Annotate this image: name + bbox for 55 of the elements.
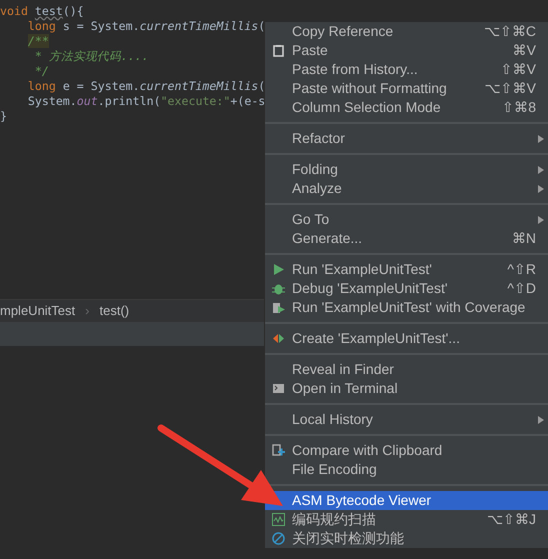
menu-item[interactable]: Open in Terminal [265, 379, 548, 398]
shortcut-label: ⌘V [512, 41, 537, 60]
breadcrumb-item[interactable]: test() [99, 301, 130, 321]
menu-item[interactable]: Paste without Formatting ⌥⇧⌘V [265, 79, 548, 98]
code-line: */ [34, 64, 50, 79]
menu-item[interactable]: Reveal in Finder [265, 360, 548, 379]
menu-item[interactable]: Paste ⌘V [265, 41, 548, 60]
code-line: long s = System.currentTimeMillis( [26, 19, 264, 34]
shortcut-label: ⌥⇧⌘J [487, 510, 537, 529]
clipboard-icon [272, 44, 285, 57]
menu-item[interactable]: Generate... ⌘N [265, 229, 548, 248]
shortcut-label: ⌘N [512, 229, 537, 248]
breadcrumb-separator: › [85, 302, 90, 320]
menu-item[interactable]: Folding [265, 160, 548, 179]
code-line: void test(){ [0, 4, 85, 19]
menu-item[interactable]: Run 'ExampleUnitTest' with Coverage [265, 298, 548, 317]
compare-icon [272, 444, 285, 457]
menu-item[interactable]: Paste from History... ⇧⌘V [265, 60, 548, 79]
menu-item[interactable]: Go To [265, 210, 548, 229]
prohibited-icon [272, 532, 285, 545]
shortcut-label: ⇧⌘V [500, 60, 537, 79]
shortcut-label: ⌥⇧⌘C [484, 22, 537, 41]
shortcut-label: ^⇧D [507, 279, 537, 298]
menu-item[interactable]: Local History [265, 410, 548, 429]
waveform-icon [272, 513, 285, 526]
shortcut-label: ⇧⌘8 [502, 98, 537, 117]
menu-item[interactable]: 编码规约扫描 ⌥⇧⌘J [265, 510, 548, 529]
terminal-icon [272, 382, 285, 395]
coverage-icon [272, 301, 285, 314]
bug-icon [272, 282, 285, 295]
menu-item[interactable]: Column Selection Mode ⇧⌘8 [265, 98, 548, 117]
shortcut-label: ^⇧R [507, 260, 537, 279]
submenu-arrow-icon [538, 134, 544, 142]
submenu-arrow-icon [538, 184, 544, 192]
menu-item[interactable]: Compare with Clipboard [265, 441, 548, 460]
menu-item[interactable]: Run 'ExampleUnitTest' ^⇧R [265, 260, 548, 279]
menu-item[interactable]: Create 'ExampleUnitTest'... [265, 329, 548, 348]
menu-item[interactable]: File Encoding [265, 460, 548, 479]
submenu-arrow-icon [538, 216, 544, 224]
menu-item[interactable]: 关闭实时检测功能 [265, 529, 548, 548]
submenu-arrow-icon [538, 416, 544, 424]
menu-item[interactable]: Refactor [265, 129, 548, 148]
code-line: long e = System.currentTimeMillis( [26, 79, 264, 94]
menu-item[interactable]: ASM Bytecode Viewer [265, 491, 548, 510]
menu-item[interactable]: Analyze [265, 179, 548, 198]
menu-item[interactable]: Debug 'ExampleUnitTest' ^⇧D [265, 279, 548, 298]
breadcrumb-item[interactable]: mpleUnitTest [0, 301, 76, 321]
shortcut-label: ⌥⇧⌘V [484, 79, 537, 98]
code-line: } [0, 109, 8, 124]
run-icon [272, 263, 285, 276]
menu-item[interactable]: Copy Reference ⌥⇧⌘C [265, 22, 548, 41]
code-line: * 方法实现代码.... [34, 49, 150, 64]
code-line: System.out.println("execute:"+(e-s [26, 94, 264, 109]
diamond-arrows-icon [272, 332, 285, 345]
submenu-arrow-icon [538, 166, 544, 174]
